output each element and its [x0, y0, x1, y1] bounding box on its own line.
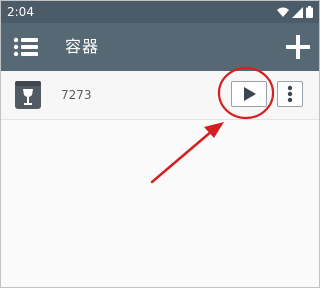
plus-icon — [286, 35, 310, 59]
container-name: 7273 — [61, 88, 92, 102]
signal-icon — [292, 6, 303, 18]
app-window: 2:04 容器 7273 — [0, 0, 320, 288]
app-bar: 容器 — [1, 23, 319, 71]
status-bar: 2:04 — [1, 1, 319, 23]
list-item[interactable]: 7273 — [1, 71, 319, 120]
start-container-button[interactable] — [231, 81, 267, 107]
add-container-button[interactable] — [285, 34, 311, 60]
status-time: 2:04 — [7, 5, 34, 19]
status-icons — [277, 5, 313, 19]
battery-icon — [306, 6, 313, 18]
page-title: 容器 — [65, 37, 100, 56]
list-menu-icon — [13, 37, 38, 57]
wifi-icon — [277, 7, 289, 17]
menu-button[interactable] — [13, 35, 39, 59]
more-options-button[interactable] — [277, 81, 303, 107]
play-icon — [244, 87, 256, 101]
more-vert-icon — [287, 85, 293, 103]
wine-glass-box-icon — [15, 81, 41, 109]
